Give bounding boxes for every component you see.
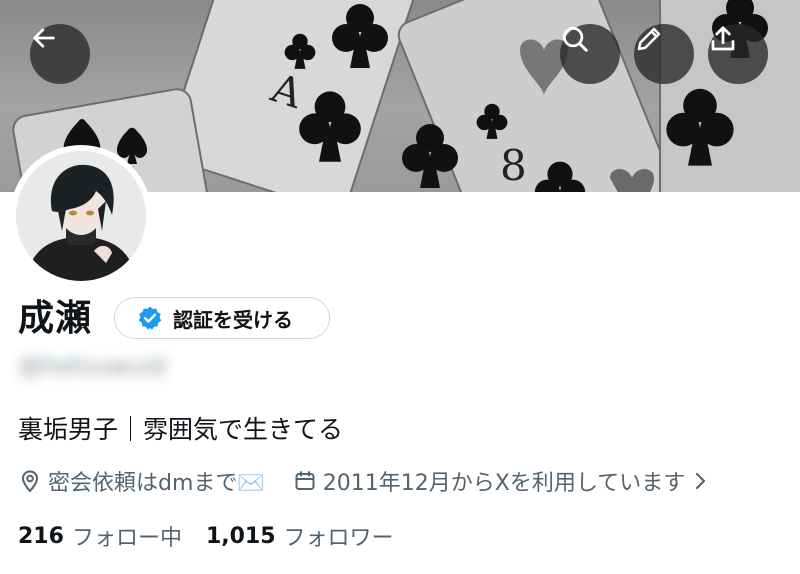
back-button[interactable]	[30, 24, 90, 84]
location-pin-icon	[21, 470, 39, 493]
share-button[interactable]	[708, 24, 768, 84]
profile-meta-row: 密会依頼はdmまで✉️ 2011年12月からXを利用しています	[18, 463, 800, 499]
chevron-right-icon	[696, 472, 706, 490]
followers-link[interactable]: 1,015 フォロワー	[206, 520, 394, 552]
arrow-left-icon	[33, 28, 55, 48]
search-icon	[563, 27, 588, 52]
following-label: フォロー中	[71, 526, 182, 551]
profile-bio: 裏垢男子｜雰囲気で生きてる	[18, 415, 344, 444]
username-handle: @hetsuwuid	[18, 352, 166, 380]
joined-date-item: 2011年12月からXを利用しています	[293, 465, 685, 497]
display-name: 成瀬	[18, 298, 93, 339]
calendar-icon	[295, 471, 315, 490]
follow-stats: 216 フォロー中 1,015 フォロワー	[18, 518, 394, 554]
verified-badge-icon	[138, 306, 162, 330]
share-icon	[711, 26, 735, 51]
avatar-image	[16, 151, 146, 281]
edit-button[interactable]	[634, 24, 694, 84]
joined-date-text: 2011年12月からXを利用しています	[322, 471, 686, 496]
pencil-icon	[637, 27, 661, 51]
expand-details-button[interactable]	[693, 470, 709, 492]
followers-count: 1,015	[205, 523, 276, 549]
card-rank-8: 8	[500, 141, 527, 190]
location-text: 密会依頼はdmまで✉️	[48, 471, 265, 496]
get-verified-button[interactable]: 認証を受ける	[114, 297, 330, 339]
get-verified-label: 認証を受ける	[173, 307, 293, 332]
avatar[interactable]	[10, 145, 152, 287]
search-button[interactable]	[560, 24, 620, 84]
following-link[interactable]: 216 フォロー中	[18, 520, 182, 552]
location-item: 密会依頼はdmまで✉️	[18, 465, 265, 497]
following-count: 216	[18, 523, 64, 549]
followers-label: フォロワー	[283, 526, 394, 551]
